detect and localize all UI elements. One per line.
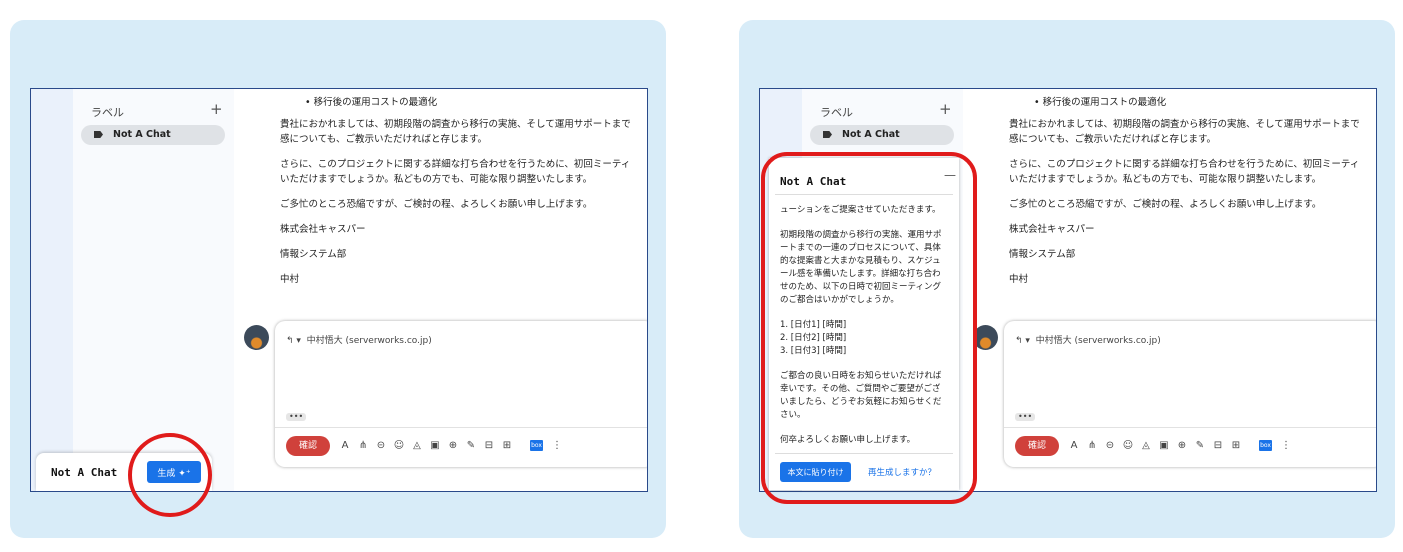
reply-recipient[interactable]: ↰ ▾ 中村悟大 (serverworks.co.jp) bbox=[1015, 333, 1161, 346]
confirm-button[interactable]: 確認 bbox=[1015, 436, 1059, 456]
template-icon[interactable]: ⊟ bbox=[1212, 440, 1224, 452]
emoji-icon[interactable]: ☺ bbox=[1122, 440, 1134, 452]
email-paragraph: 貴社におかれましては、初期段階の調査から移行の実施、そして運用サポートまで 感につ… bbox=[1009, 119, 1360, 145]
labels-heading: ラベル bbox=[820, 106, 853, 119]
emoji-icon[interactable]: ☺ bbox=[393, 440, 405, 452]
bullet-item: • 移行後の運用コストの最適化 bbox=[305, 97, 438, 108]
confirm-button[interactable]: 確認 bbox=[286, 436, 330, 456]
sidebar-item-not-a-chat[interactable]: Not A Chat bbox=[810, 125, 954, 145]
lock-icon[interactable]: ⊕ bbox=[1176, 440, 1188, 452]
email-paragraph: さらに、このプロジェクトに関する詳細な打ち合わせを行うために、初回ミーティ いただ… bbox=[1009, 159, 1360, 185]
show-trimmed-button[interactable]: ••• bbox=[1015, 413, 1036, 421]
reply-box[interactable]: ↰ ▾ 中村悟大 (serverworks.co.jp) ••• 確認 A ⋔ … bbox=[1004, 321, 1376, 467]
show-trimmed-button[interactable]: ••• bbox=[286, 413, 307, 421]
calendar-icon[interactable]: ⊞ bbox=[1230, 440, 1242, 452]
attach-icon[interactable]: ⋔ bbox=[357, 440, 369, 452]
department: 情報システム部 bbox=[1009, 249, 1076, 260]
link-icon[interactable]: ⊝ bbox=[375, 440, 387, 452]
avatar bbox=[244, 325, 269, 350]
nav-rail bbox=[31, 89, 73, 491]
email-body: • 移行後の運用コストの最適化 貴社におかれましては、初期段階の調査から移行の実… bbox=[1009, 95, 1376, 297]
template-icon[interactable]: ⊟ bbox=[483, 440, 495, 452]
company-name: 株式会社キャスパー bbox=[1009, 224, 1095, 235]
box-icon[interactable]: box bbox=[530, 440, 543, 451]
calendar-icon[interactable]: ⊞ bbox=[501, 440, 513, 452]
add-label-button[interactable]: + bbox=[939, 100, 952, 118]
email-paragraph: 貴社におかれましては、初期段階の調査から移行の実施、そして運用サポートまで 感につ… bbox=[280, 119, 631, 145]
more-options-icon[interactable]: ⋮ bbox=[1281, 440, 1291, 451]
email-body: • 移行後の運用コストの最適化 貴社におかれましては、初期段階の調査から移行の実… bbox=[280, 95, 647, 297]
signature-icon[interactable]: ✎ bbox=[1194, 440, 1206, 452]
signature: 中村 bbox=[280, 274, 300, 285]
email-paragraph: ご多忙のところ恐縮ですが、ご検討の程、よろしくお願い申し上げます。 bbox=[280, 199, 593, 210]
gmail-screenshot: ラベル + Not A Chat • 移行後の運用コストの最適化 貴社におかれま… bbox=[30, 88, 648, 492]
sidebar-item-not-a-chat[interactable]: Not A Chat bbox=[81, 125, 225, 145]
bullet-item: • 移行後の運用コストの最適化 bbox=[1034, 97, 1167, 108]
signature-icon[interactable]: ✎ bbox=[465, 440, 477, 452]
highlight-circle bbox=[128, 433, 212, 517]
label-icon bbox=[823, 131, 832, 138]
sidebar-item-label: Not A Chat bbox=[842, 129, 900, 140]
photo-icon[interactable]: ▣ bbox=[429, 440, 441, 452]
more-options-icon[interactable]: ⋮ bbox=[552, 440, 562, 451]
format-text-icon[interactable]: A bbox=[1068, 440, 1080, 452]
box-icon[interactable]: box bbox=[1259, 440, 1272, 451]
panel-after: ラベル + Not A Chat • 移行後の運用コストの最適化 貴社におかれま… bbox=[739, 20, 1395, 538]
widget-title: Not A Chat bbox=[51, 466, 118, 479]
company-name: 株式会社キャスパー bbox=[280, 224, 366, 235]
sidebar: ラベル + Not A Chat bbox=[73, 89, 234, 491]
compose-toolbar: 確認 A ⋔ ⊝ ☺ ◬ ▣ ⊕ ✎ ⊟ ⊞ box ⋮ bbox=[1004, 427, 1376, 456]
email-paragraph: ご多忙のところ恐縮ですが、ご検討の程、よろしくお願い申し上げます。 bbox=[1009, 199, 1322, 210]
sidebar-item-label: Not A Chat bbox=[113, 129, 171, 140]
reply-box[interactable]: ↰ ▾ 中村悟大 (serverworks.co.jp) ••• 確認 A ⋔ … bbox=[275, 321, 647, 467]
label-icon bbox=[94, 131, 103, 138]
lock-icon[interactable]: ⊕ bbox=[447, 440, 459, 452]
drive-icon[interactable]: ◬ bbox=[411, 440, 423, 452]
signature: 中村 bbox=[1009, 274, 1029, 285]
drive-icon[interactable]: ◬ bbox=[1140, 440, 1152, 452]
labels-heading: ラベル bbox=[91, 106, 124, 119]
compose-toolbar: 確認 A ⋔ ⊝ ☺ ◬ ▣ ⊕ ✎ ⊟ ⊞ box ⋮ bbox=[275, 427, 647, 456]
email-paragraph: さらに、このプロジェクトに関する詳細な打ち合わせを行うために、初回ミーティ いただ… bbox=[280, 159, 631, 185]
panel-before: ラベル + Not A Chat • 移行後の運用コストの最適化 貴社におかれま… bbox=[10, 20, 666, 538]
add-label-button[interactable]: + bbox=[210, 100, 223, 118]
department: 情報システム部 bbox=[280, 249, 347, 260]
reply-recipient[interactable]: ↰ ▾ 中村悟大 (serverworks.co.jp) bbox=[286, 333, 432, 346]
format-text-icon[interactable]: A bbox=[339, 440, 351, 452]
photo-icon[interactable]: ▣ bbox=[1158, 440, 1170, 452]
attach-icon[interactable]: ⋔ bbox=[1086, 440, 1098, 452]
highlight-rectangle bbox=[761, 152, 977, 504]
link-icon[interactable]: ⊝ bbox=[1104, 440, 1116, 452]
